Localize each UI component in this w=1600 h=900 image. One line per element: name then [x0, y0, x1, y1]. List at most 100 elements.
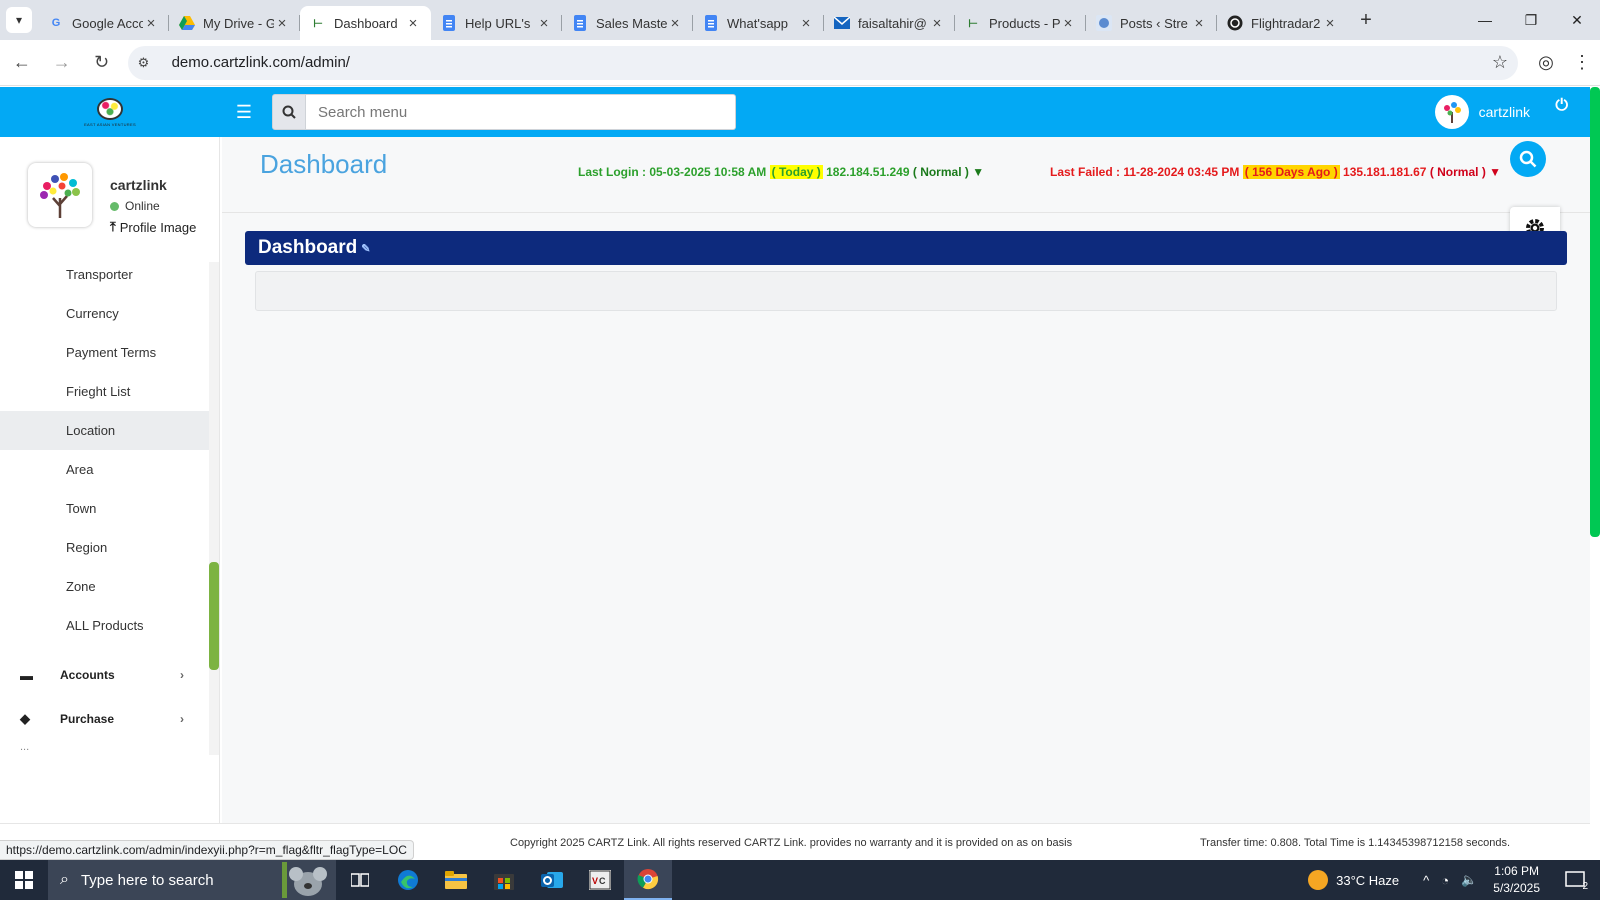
- sidebar-item-frieght-list[interactable]: Frieght List: [0, 372, 210, 411]
- browser-tab[interactable]: Help URL's ×: [431, 6, 562, 40]
- koala-icon: [282, 862, 327, 898]
- sidebar-section-accounts[interactable]: ▬ Accounts ›: [0, 653, 200, 697]
- close-tab-icon[interactable]: ×: [405, 15, 421, 32]
- volume-icon[interactable]: 🔈: [1461, 872, 1477, 888]
- close-tab-icon[interactable]: ×: [1322, 15, 1338, 32]
- sidebar-item-currency[interactable]: Currency: [0, 294, 210, 333]
- haze-sun-icon: [1308, 870, 1329, 890]
- logo[interactable]: EAST ASIAN VENTURES: [0, 87, 220, 137]
- tab-search-button[interactable]: ▾: [6, 7, 32, 33]
- browser-tab[interactable]: Posts ‹ Stre ×: [1086, 6, 1217, 40]
- close-tab-icon[interactable]: ×: [274, 15, 290, 32]
- sidebar-item-location[interactable]: Location: [0, 411, 210, 450]
- page-scrollbar[interactable]: [1590, 87, 1600, 537]
- briefcase-icon: ▬: [20, 667, 33, 683]
- browser-tab[interactable]: faisaltahir@ ×: [824, 6, 955, 40]
- chrome-icon[interactable]: [624, 860, 672, 900]
- sidebar-item-payment-terms[interactable]: Payment Terms: [0, 333, 210, 372]
- browser-tab[interactable]: What'sapp ×: [693, 6, 824, 40]
- user-menu[interactable]: cartzlink: [1434, 95, 1530, 129]
- hamburger-menu-icon[interactable]: ☰: [224, 102, 264, 123]
- close-tab-icon[interactable]: ×: [536, 15, 552, 32]
- minimize-icon[interactable]: —: [1462, 0, 1508, 40]
- menu-kebab-icon[interactable]: ⋮: [1564, 45, 1600, 81]
- wifi-icon[interactable]: ◔: [1441, 873, 1449, 888]
- browser-tab[interactable]: Sales Master ×: [562, 6, 693, 40]
- sidebar-item-transporter[interactable]: Transporter: [0, 255, 210, 294]
- url-text[interactable]: demo.cartzlink.com/admin/: [172, 54, 1492, 71]
- last-failed-mode[interactable]: ( Normal ) ▼: [1430, 165, 1501, 179]
- sidebar-item-town[interactable]: Town: [0, 489, 210, 528]
- search-icon[interactable]: [272, 94, 306, 130]
- close-tab-icon[interactable]: ×: [1060, 15, 1076, 32]
- clock[interactable]: 1:06 PM 5/3/2025: [1493, 863, 1540, 897]
- outlook-icon[interactable]: [528, 860, 576, 900]
- svg-text:C: C: [599, 876, 606, 886]
- reload-icon[interactable]: ↻: [84, 45, 120, 81]
- page-header: Dashboard Last Login : 05-03-2025 10:58 …: [222, 137, 1590, 213]
- clock-time: 1:06 PM: [1494, 864, 1539, 878]
- close-tab-icon[interactable]: ×: [798, 15, 814, 32]
- header-username: cartzlink: [1478, 104, 1530, 120]
- close-tab-icon[interactable]: ×: [1191, 15, 1207, 32]
- site-settings-icon[interactable]: ⚙: [138, 55, 160, 71]
- sidebar-scrollbar-thumb[interactable]: [209, 562, 219, 670]
- task-view-icon[interactable]: [336, 860, 384, 900]
- browser-tab-active[interactable]: ⊢ Dashboard ×: [300, 6, 431, 40]
- sidebar-section-purchase[interactable]: ◆ Purchase ›: [0, 697, 200, 741]
- browser-tab[interactable]: ⊢ Products - P ×: [955, 6, 1086, 40]
- search-menu-input[interactable]: [306, 94, 736, 130]
- profile-icon[interactable]: ◎: [1528, 45, 1564, 81]
- close-tab-icon[interactable]: ×: [143, 15, 159, 32]
- close-tab-icon[interactable]: ×: [929, 15, 945, 32]
- sidebar-item-zone[interactable]: Zone: [0, 567, 210, 606]
- section-label: Purchase: [60, 712, 115, 726]
- tab-title: Products - P: [989, 15, 1060, 31]
- notifications-icon[interactable]: 2: [1558, 865, 1592, 895]
- last-login-label: Last Login : 05-03-2025 10:58 AM: [578, 165, 767, 179]
- copyright-text: Copyright 2025 CARTZ Link. All rights re…: [510, 837, 1073, 849]
- app-header: EAST ASIAN VENTURES ☰ cartzlink ⏻: [0, 87, 1590, 137]
- edge-icon[interactable]: [384, 860, 432, 900]
- tab-title: What'sapp: [727, 15, 789, 31]
- microsoft-store-icon[interactable]: [480, 860, 528, 900]
- last-failed-tag: ( 156 Days Ago ): [1242, 165, 1340, 179]
- upload-icon: ⤒: [110, 219, 116, 234]
- forward-icon[interactable]: →: [44, 45, 80, 81]
- new-tab-icon[interactable]: +: [1352, 6, 1380, 34]
- profile-image-label: Profile Image: [119, 219, 197, 235]
- back-icon[interactable]: ←: [4, 45, 40, 81]
- last-login-mode[interactable]: ( Normal ) ▼: [913, 165, 984, 179]
- power-icon[interactable]: ⏻: [1555, 97, 1568, 115]
- omnibox[interactable]: ⚙ demo.cartzlink.com/admin/ ☆: [127, 45, 1519, 80]
- browser-tab[interactable]: My Drive - Google Drive ×: [169, 6, 300, 40]
- main-content: Dashboard Last Login : 05-03-2025 10:58 …: [222, 137, 1590, 823]
- chevron-up-icon[interactable]: ^: [1423, 873, 1429, 888]
- vnc-viewer-icon[interactable]: VC: [576, 860, 624, 900]
- tab-title: Dashboard: [334, 15, 398, 31]
- windows-start-icon[interactable]: [0, 860, 48, 900]
- sidebar-item-region[interactable]: Region: [0, 528, 210, 567]
- search-icon[interactable]: [1510, 141, 1546, 177]
- clock-date: 5/3/2025: [1493, 881, 1540, 895]
- profile-image-link[interactable]: ⤒ Profile Image: [110, 219, 196, 235]
- close-window-icon[interactable]: ✕: [1554, 0, 1600, 40]
- pin-icon[interactable]: ✎: [361, 242, 370, 255]
- browser-tab[interactable]: Flightradar2 ×: [1217, 6, 1348, 40]
- logo-tagline: EAST ASIAN VENTURES: [84, 121, 136, 127]
- sidebar-item-all-products[interactable]: ALL Products: [0, 606, 210, 645]
- windows-taskbar: ⌕ Type here to search VC 33°C Haze ^ ◔ 🔈…: [0, 860, 1600, 900]
- weather-text: 33°C Haze: [1336, 872, 1400, 888]
- browser-tab[interactable]: G Google Account ×: [38, 6, 169, 40]
- taskbar-search[interactable]: ⌕ Type here to search: [48, 860, 336, 900]
- weather-widget[interactable]: 33°C Haze: [1308, 870, 1399, 890]
- file-explorer-icon[interactable]: [432, 860, 480, 900]
- tab-title: Sales Master: [596, 15, 667, 31]
- sidebar-scrollbar-track[interactable]: [209, 262, 219, 755]
- close-tab-icon[interactable]: ×: [667, 15, 683, 32]
- restore-icon[interactable]: ❐: [1508, 0, 1554, 40]
- bookmark-star-icon[interactable]: ☆: [1492, 52, 1508, 73]
- chevron-right-icon: ›: [180, 668, 184, 682]
- sidebar-item-area[interactable]: Area: [0, 450, 210, 489]
- cartz-icon: ⊢: [313, 17, 323, 30]
